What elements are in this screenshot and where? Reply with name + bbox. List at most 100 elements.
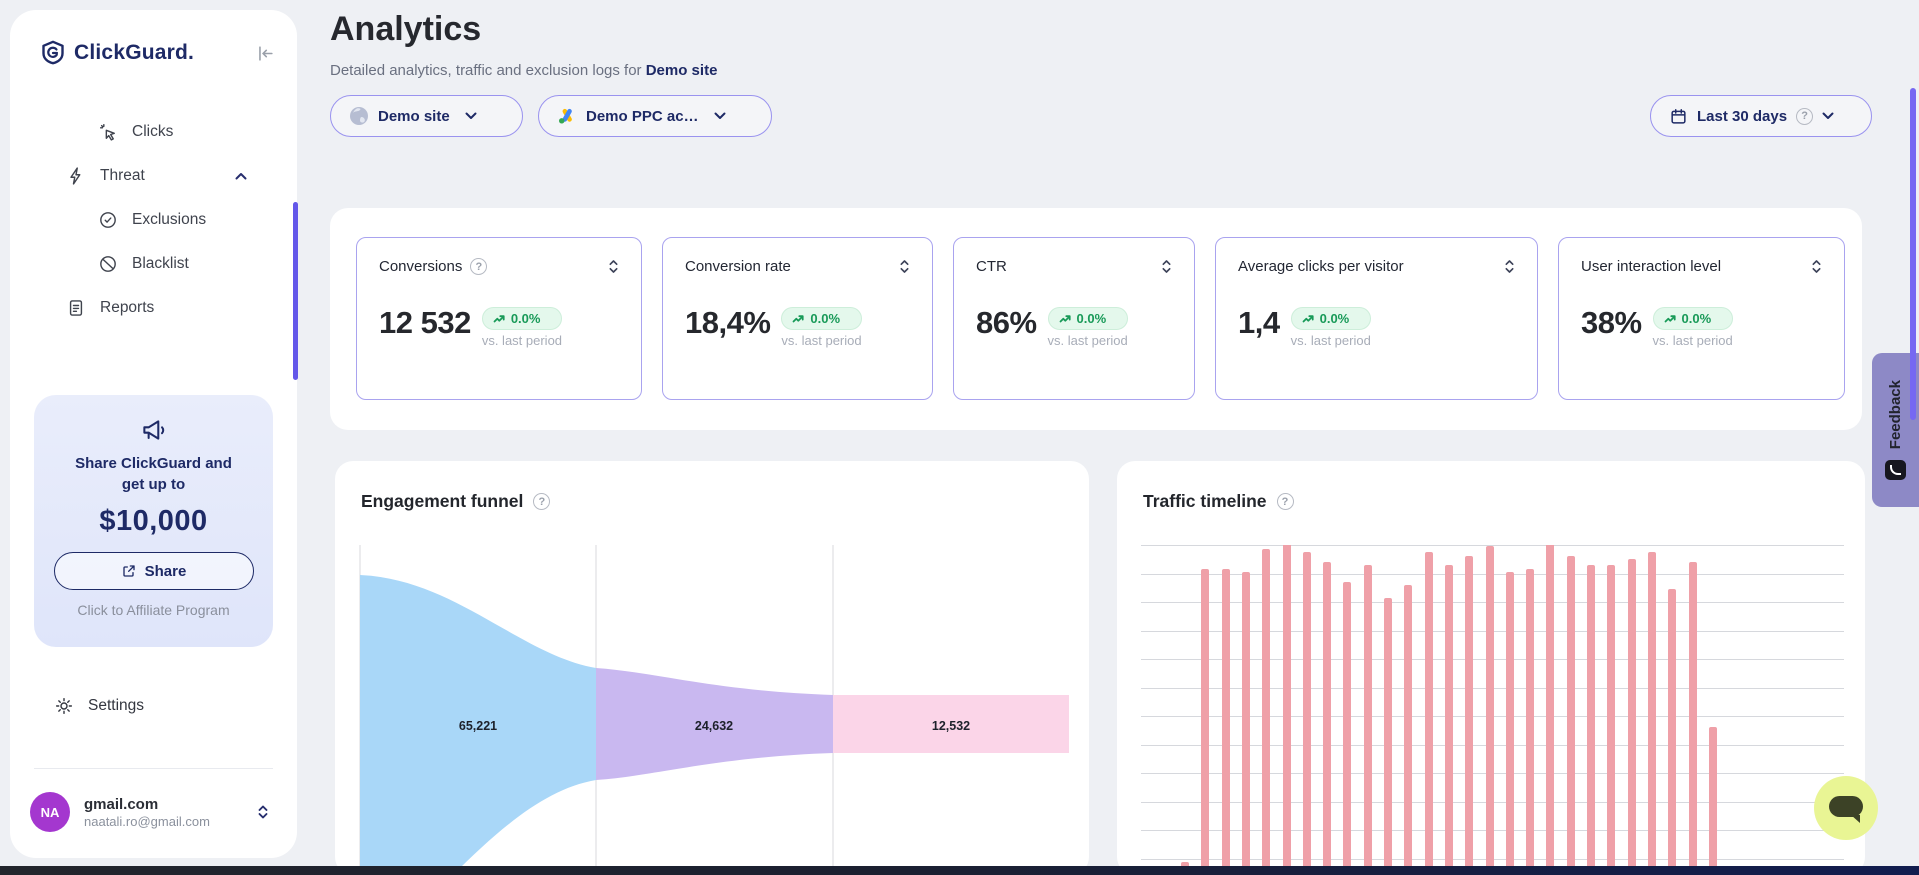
change-badge: 0.0%	[781, 307, 861, 330]
metric-card: CTR ? 86% 0.0% vs. last period	[953, 237, 1195, 400]
traffic-bar	[1323, 562, 1331, 875]
help-icon[interactable]: ?	[470, 258, 487, 275]
promo-amount: $10,000	[52, 505, 255, 538]
traffic-bar	[1222, 569, 1230, 875]
account-switcher[interactable]: NA gmail.com naatali.ro@gmail.com	[30, 786, 279, 838]
share-button[interactable]: Share	[54, 552, 254, 590]
traffic-bar	[1425, 552, 1433, 875]
help-icon[interactable]: ?	[1796, 108, 1813, 125]
funnel-value-2: 24,632	[695, 719, 733, 733]
sidebar-item-blacklist[interactable]: Blacklist	[10, 242, 297, 286]
metric-label: User interaction level	[1581, 258, 1721, 275]
report-icon	[66, 298, 86, 318]
metric-sort-icon[interactable]	[1504, 259, 1515, 274]
metric-compare-label: vs. last period	[1291, 333, 1371, 348]
chevron-down-icon	[465, 112, 477, 120]
sidebar-item-reports[interactable]: Reports	[10, 286, 297, 330]
traffic-bar	[1567, 556, 1575, 875]
sidebar: ClickGuard. Clicks Threat Exclusions	[10, 10, 297, 858]
sidebar-item-label: Blacklist	[132, 255, 189, 273]
traffic-bar	[1364, 565, 1372, 875]
promo-text: Share ClickGuard and get up to	[52, 453, 255, 495]
gear-icon	[54, 696, 74, 716]
metric-card: Conversion rate ? 18,4% 0.0% vs. last pe…	[662, 237, 933, 400]
site-selector[interactable]: Demo site	[330, 95, 523, 137]
metrics-panel: Conversions ? 12 532 0.0% vs. last perio…	[330, 208, 1862, 430]
account-name: gmail.com	[84, 796, 210, 813]
settings-label: Settings	[88, 697, 144, 715]
traffic-bar-chart	[1141, 545, 1844, 875]
funnel-value-1: 65,221	[459, 719, 497, 733]
chevron-up-icon[interactable]	[235, 172, 247, 180]
date-range-label: Last 30 days	[1697, 108, 1787, 125]
traffic-bar	[1648, 552, 1656, 875]
chevron-down-icon	[714, 112, 726, 120]
external-link-icon	[121, 563, 137, 579]
trend-up-icon	[1664, 314, 1677, 324]
metric-sort-icon[interactable]	[1161, 259, 1172, 274]
metric-card: User interaction level ? 38% 0.0% vs. la…	[1558, 237, 1845, 400]
sidebar-item-clicks[interactable]: Clicks	[10, 110, 297, 154]
page-scrollbar[interactable]	[1910, 88, 1916, 420]
select-chevrons-icon	[257, 804, 269, 820]
traffic-bar	[1404, 585, 1412, 875]
help-icon[interactable]: ?	[533, 493, 550, 510]
funnel-value-3: 12,532	[932, 719, 970, 733]
metric-compare-label: vs. last period	[1048, 333, 1128, 348]
account-email: naatali.ro@gmail.com	[84, 814, 210, 829]
badge-check-icon	[98, 210, 118, 230]
sidebar-item-exclusions[interactable]: Exclusions	[10, 198, 297, 242]
affiliate-link[interactable]: Click to Affiliate Program	[52, 602, 255, 618]
metric-sort-icon[interactable]	[1811, 259, 1822, 274]
funnel-chart: 65,221 24,632 12,532	[355, 545, 1069, 875]
traffic-bar	[1445, 565, 1453, 875]
metric-value: 18,4%	[685, 307, 770, 340]
change-badge: 0.0%	[482, 307, 562, 330]
traffic-timeline-card: Traffic timeline ?	[1117, 461, 1865, 875]
trend-up-icon	[493, 314, 506, 324]
trend-up-icon	[1302, 314, 1315, 324]
traffic-bar	[1283, 545, 1291, 875]
date-range-selector[interactable]: Last 30 days ?	[1650, 95, 1872, 137]
clickguard-logo-icon	[40, 40, 66, 66]
change-badge: 0.0%	[1048, 307, 1128, 330]
metric-label: Conversion rate	[685, 258, 791, 275]
sidebar-item-label: Exclusions	[132, 211, 206, 229]
traffic-bar	[1201, 569, 1209, 875]
chevron-down-icon	[1822, 112, 1834, 120]
collapse-sidebar-icon[interactable]	[256, 44, 275, 63]
traffic-bar	[1262, 549, 1270, 875]
sidebar-item-label: Reports	[100, 299, 154, 317]
sidebar-scrollbar[interactable]	[293, 202, 298, 380]
traffic-bar	[1506, 572, 1514, 875]
help-icon[interactable]: ?	[1277, 493, 1294, 510]
traffic-bar	[1709, 727, 1717, 875]
metric-value: 86%	[976, 307, 1037, 340]
metric-value: 1,4	[1238, 307, 1280, 340]
sidebar-item-label: Clicks	[132, 123, 173, 141]
sidebar-item-threat[interactable]: Threat	[10, 154, 297, 198]
app-name: ClickGuard.	[74, 41, 194, 65]
megaphone-icon	[52, 415, 255, 445]
traffic-bar	[1587, 565, 1595, 875]
cursor-click-icon	[98, 122, 118, 142]
sidebar-item-settings[interactable]: Settings	[54, 696, 144, 716]
traffic-bar	[1303, 552, 1311, 875]
traffic-bar	[1465, 556, 1473, 875]
divider	[34, 768, 273, 769]
metric-label: CTR	[976, 258, 1007, 275]
metric-sort-icon[interactable]	[608, 259, 619, 274]
globe-icon	[349, 106, 369, 126]
ppc-account-selector[interactable]: Demo PPC ac…	[538, 95, 772, 137]
change-badge: 0.0%	[1653, 307, 1733, 330]
site-selector-label: Demo site	[378, 108, 450, 125]
page-subtitle: Detailed analytics, traffic and exclusio…	[330, 62, 717, 79]
traffic-bar	[1628, 559, 1636, 875]
traffic-bar	[1546, 545, 1554, 875]
traffic-bar	[1607, 565, 1615, 875]
metric-card: Average clicks per visitor ? 1,4 0.0% vs…	[1215, 237, 1538, 400]
metric-card: Conversions ? 12 532 0.0% vs. last perio…	[356, 237, 642, 400]
metric-sort-icon[interactable]	[899, 259, 910, 274]
chat-launcher-button[interactable]	[1814, 776, 1878, 840]
metric-compare-label: vs. last period	[482, 333, 562, 348]
